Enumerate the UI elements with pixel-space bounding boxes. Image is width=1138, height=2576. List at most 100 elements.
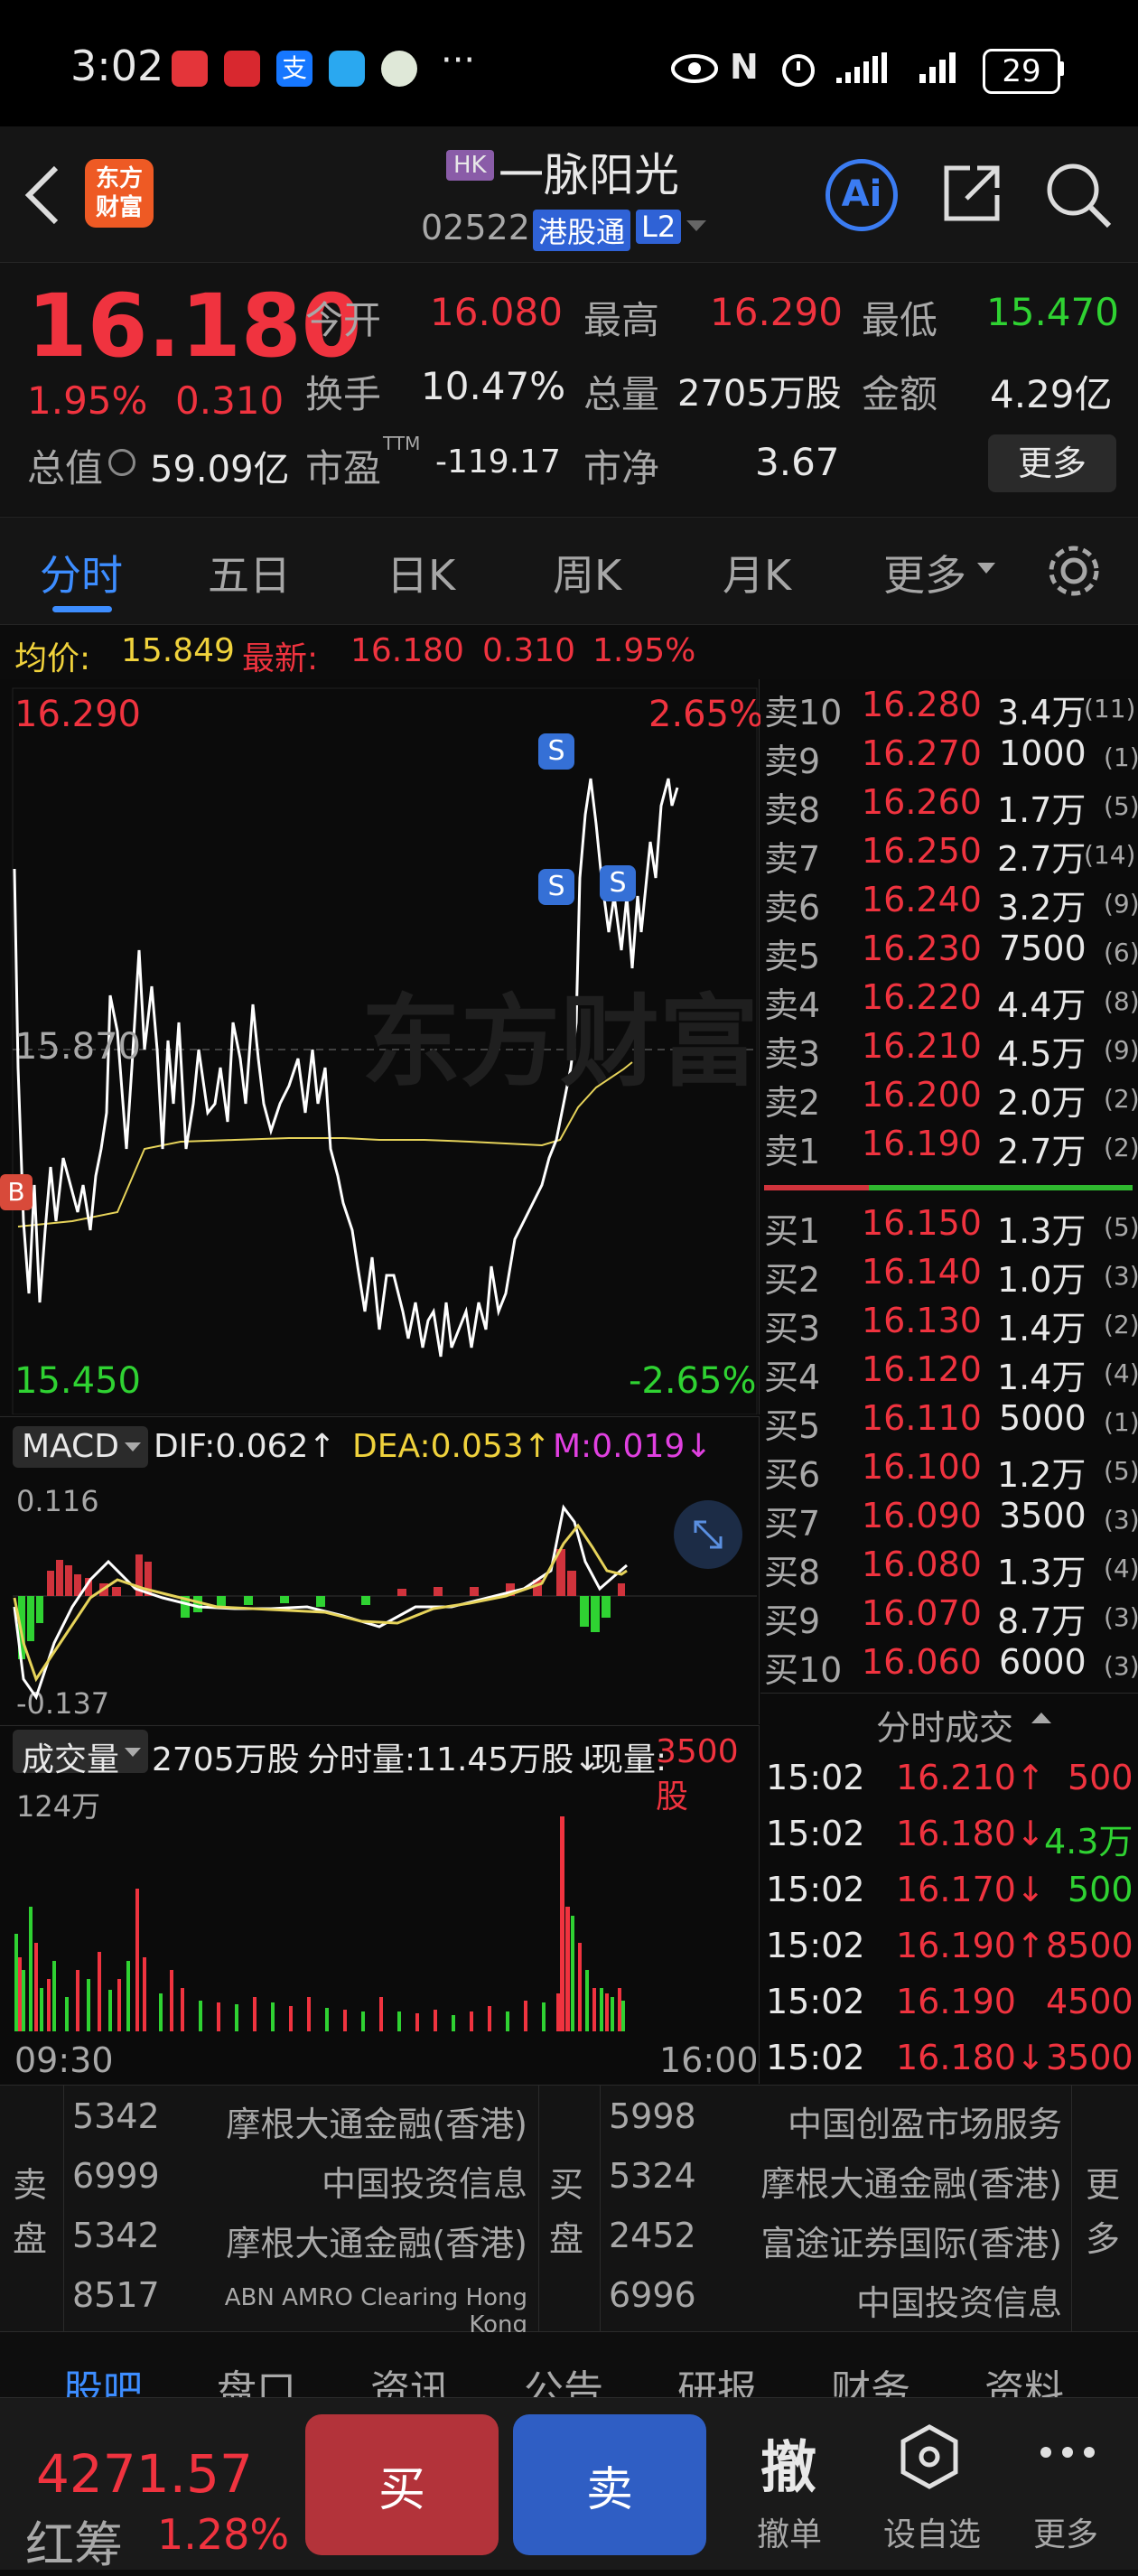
high-value: 16.290 (710, 290, 843, 334)
ask-row[interactable]: 卖3 16.210 4.5万 (9) (764, 1026, 1138, 1075)
sell-button[interactable]: 卖 (513, 2414, 706, 2555)
ask-row[interactable]: 卖1 16.190 2.7万 (2) (764, 1124, 1138, 1172)
volume-selector[interactable]: 成交量 (13, 1730, 148, 1778)
ask-row[interactable]: 卖8 16.260 1.7万 (5) (764, 782, 1138, 831)
share-icon[interactable] (939, 161, 1004, 226)
broker-more-button[interactable]: 更 多 (1086, 2158, 1120, 2266)
ask-row[interactable]: 卖5 16.230 7500 (6) (764, 929, 1138, 977)
trade-qty: 500 (1068, 1758, 1133, 1797)
collapse-up-icon[interactable] (1031, 1711, 1051, 1725)
ask-row[interactable]: 卖4 16.220 4.4万 (8) (764, 977, 1138, 1026)
bid-row[interactable]: 买4 16.120 1.4万 (4) (764, 1349, 1138, 1398)
tab-profile[interactable]: 资料 (984, 2357, 1064, 2397)
ask-qty: 7500 (999, 929, 1087, 968)
tab-more[interactable]: 更多 (883, 543, 966, 602)
back-chevron-icon[interactable] (20, 163, 65, 228)
ask-row[interactable]: 卖10 16.280 3.4万 (11) (764, 685, 1135, 733)
bid-label: 买5 (764, 1406, 821, 1446)
sell-signal-marker-1[interactable]: S (538, 733, 574, 770)
tab-more-dropdown-icon[interactable] (977, 563, 995, 575)
tab-financials[interactable]: 财务 (831, 2357, 910, 2397)
ask-price: 16.200 (862, 1075, 982, 1115)
stock-name: 一脉阳光 (499, 149, 679, 201)
open-value: 16.080 (430, 290, 563, 334)
settings-gear-icon[interactable] (1046, 543, 1102, 599)
ask-row[interactable]: 卖7 16.250 2.7万 (14) (764, 831, 1135, 880)
bid-row[interactable]: 买10 16.060 6000 (3) (764, 1642, 1138, 1691)
macd-selector[interactable]: MACD (13, 1426, 148, 1468)
info-dots-icon[interactable] (108, 449, 135, 476)
tab-weekly-k[interactable]: 周K (553, 543, 621, 602)
index-value[interactable]: 4271.57 (36, 2443, 253, 2505)
broker-queue[interactable]: 卖 盘 买 盘 更 多 5342 摩根大通金融(香港) 6999 中国投资信息 … (0, 2085, 1138, 2338)
volume-label: 总量 (583, 372, 660, 416)
ask-qty: 1.7万 (997, 790, 1087, 830)
ask-count: (9) (1104, 889, 1138, 919)
add-watchlist-button[interactable]: 设自选 (867, 2414, 993, 2555)
alarm-icon (782, 54, 815, 87)
ask-label: 卖7 (764, 839, 821, 879)
trade-price: 16.190↑ (896, 1926, 1045, 1965)
time-axis-start: 09:30 (14, 2040, 114, 2080)
ask-price: 16.210 (862, 1026, 982, 1066)
ask-row[interactable]: 卖2 16.200 2.0万 (2) (764, 1075, 1138, 1124)
bid-row[interactable]: 买9 16.070 8.7万 (3) (764, 1593, 1138, 1642)
buy-button[interactable]: 买 (305, 2414, 499, 2555)
bid-row[interactable]: 买5 16.110 5000 (1) (764, 1398, 1138, 1447)
bid-row[interactable]: 买7 16.090 3500 (3) (764, 1496, 1138, 1545)
tick-trades-title[interactable]: 分时成交 (876, 1700, 1013, 1750)
dropdown-triangle-icon[interactable] (686, 220, 706, 233)
bid-row[interactable]: 买3 16.130 1.4万 (2) (764, 1301, 1138, 1349)
footer-more-button[interactable]: 更多 (1019, 2414, 1118, 2555)
bid-count: (3) (1104, 1505, 1138, 1535)
open-label: 今开 (305, 298, 382, 342)
buy-broker-name: 富途证券国际(香港) (760, 2224, 1062, 2263)
sell-broker-name: ABN AMRO Clearing Hong Kong (224, 2284, 527, 2338)
message-notification-icon (329, 51, 365, 87)
expand-icon (694, 1520, 723, 1549)
cancel-label: 撤单 (757, 2516, 823, 2553)
more-quote-button[interactable]: 更多 (988, 434, 1116, 492)
buy-signal-marker[interactable]: B (0, 1174, 33, 1210)
intraday-chart[interactable]: 东方财富 16.290 2.65% 15.870 15.450 -2.65% S… (0, 679, 763, 1414)
bid-price: 16.150 (862, 1203, 982, 1243)
sell-signal-marker-3[interactable]: S (600, 865, 636, 901)
bid-row[interactable]: 买2 16.140 1.0万 (3) (764, 1252, 1138, 1301)
ask-row[interactable]: 卖9 16.270 1000 (1) (764, 733, 1138, 782)
cancel-order-button[interactable]: 撤 撤单 (741, 2414, 840, 2555)
buy-broker-code: 5998 (609, 2096, 696, 2136)
trade-row: 15:02 16.180↓ 3500 (764, 2038, 1134, 2088)
trade-price: 16.210↑ (896, 1758, 1045, 1797)
tab-intraday[interactable]: 分时 (40, 543, 123, 602)
mktcap-label: 总值 (27, 446, 104, 490)
bid-row[interactable]: 买6 16.100 1.2万 (5) (764, 1447, 1138, 1496)
low-value: 15.470 (986, 290, 1119, 334)
sell-signal-marker-2[interactable]: S (538, 869, 574, 905)
tab-five-day[interactable]: 五日 (208, 543, 291, 602)
bid-qty: 5000 (999, 1398, 1087, 1438)
tab-announcements[interactable]: 公告 (524, 2357, 603, 2397)
tab-forum[interactable]: 股吧 (63, 2357, 143, 2397)
tab-daily-k[interactable]: 日K (387, 543, 455, 602)
tab-orderbook[interactable]: 盘口 (217, 2357, 296, 2397)
mktcap-value: 59.09亿 (150, 449, 290, 490)
tab-monthly-k[interactable]: 月K (723, 543, 791, 602)
tab-news[interactable]: 资讯 (370, 2357, 450, 2397)
ask-count: (2) (1104, 1133, 1138, 1162)
ai-assistant-icon[interactable]: Ai (826, 159, 898, 231)
tab-research[interactable]: 研报 (677, 2357, 757, 2397)
ask-row[interactable]: 卖6 16.240 3.2万 (9) (764, 880, 1138, 929)
sell-broker-code: 5342 (72, 2216, 160, 2255)
sell-side-label: 卖 盘 (13, 2165, 48, 2259)
chart-period-tabs: 分时 五日 日K 周K 月K 更多 (0, 517, 1138, 625)
search-icon[interactable] (1044, 161, 1113, 229)
bid-row[interactable]: 买1 16.150 1.3万 (5) (764, 1203, 1138, 1252)
nfc-icon: N (730, 47, 759, 87)
broker-divider-2 (538, 2086, 539, 2331)
bid-qty: 1.2万 (997, 1455, 1087, 1495)
expand-chart-button[interactable] (674, 1500, 742, 1569)
ask-price: 16.220 (862, 977, 982, 1017)
average-price-bar: 均价: 15.849 最新: 16.180 0.310 1.95% (0, 625, 1138, 677)
bid-row[interactable]: 买8 16.080 1.3万 (4) (764, 1545, 1138, 1593)
ask-price: 16.280 (862, 685, 982, 724)
